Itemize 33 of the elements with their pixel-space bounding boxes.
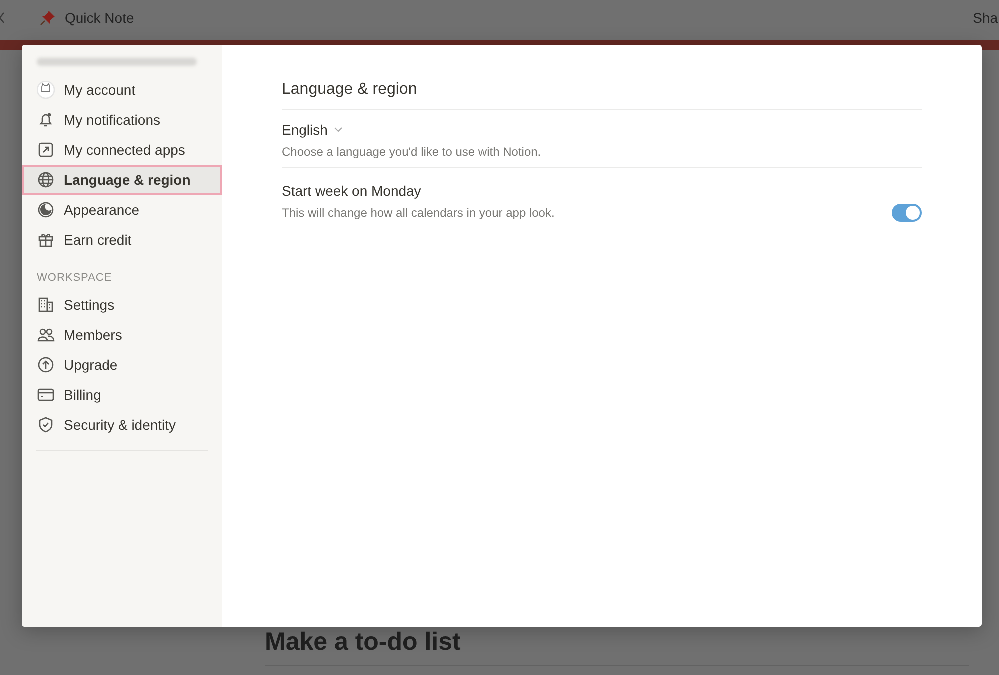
toggle-switch[interactable] — [892, 204, 922, 222]
language-description: Choose a language you'd like to use with Notion. — [282, 145, 542, 159]
chevron-down-icon — [334, 127, 343, 133]
building-icon — [37, 296, 55, 314]
back-chevron-icon[interactable] — [0, 12, 5, 24]
bell-icon — [37, 111, 55, 129]
gift-icon — [37, 231, 55, 249]
section-title: Language & region — [282, 81, 418, 100]
moon-icon — [37, 201, 55, 219]
sidebar-item[interactable]: Language & region — [22, 165, 222, 195]
setting-label: Start week on Monday — [282, 183, 422, 199]
sidebar-item[interactable]: My connected apps — [22, 135, 222, 165]
sidebar-item[interactable]: Members — [22, 320, 222, 350]
sidebar-item[interactable]: Upgrade — [22, 350, 222, 380]
up-circle-icon — [37, 356, 55, 374]
avatar-icon — [37, 81, 55, 99]
people-icon — [37, 326, 55, 344]
sidebar-item[interactable]: My account — [22, 75, 222, 105]
language-dropdown[interactable]: English — [282, 122, 343, 138]
shield-icon — [37, 416, 55, 434]
sidebar-item[interactable]: Billing — [22, 380, 222, 410]
card-icon — [37, 386, 55, 404]
arrow-box-icon — [37, 141, 55, 159]
sidebar-item[interactable]: Security & identity — [22, 410, 222, 440]
sidebar-item[interactable]: My notifications — [22, 105, 222, 135]
pushpin-icon — [39, 9, 57, 27]
setting-description: This will change how all calendars in your app look. — [282, 206, 556, 220]
sidebar-item[interactable]: Earn credit — [22, 225, 222, 255]
page-heading: Make a to-do list — [265, 628, 462, 656]
sidebar-item[interactable]: Settings — [22, 290, 222, 320]
section-heading: WORKSPACE — [36, 271, 114, 286]
sidebar-item[interactable]: Appearance — [22, 195, 222, 225]
globe-icon — [37, 171, 55, 189]
